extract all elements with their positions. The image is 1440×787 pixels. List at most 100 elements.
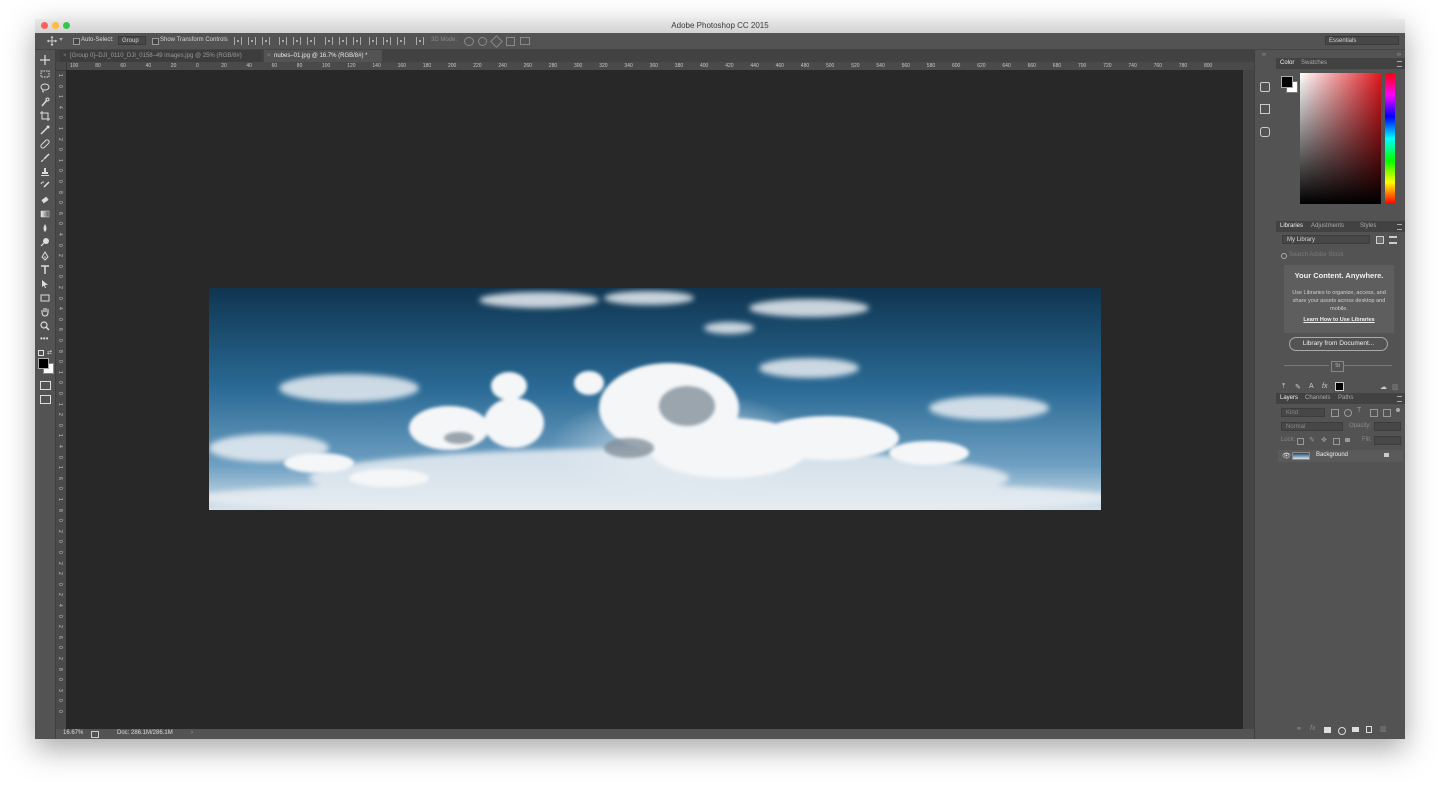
- library-select[interactable]: My Library: [1282, 235, 1370, 244]
- 3d-orbit-icon[interactable]: [464, 37, 474, 46]
- color-fg-swatch[interactable]: [1281, 76, 1293, 88]
- foreground-color-swatch[interactable]: [38, 358, 49, 369]
- align-top-edges-icon[interactable]: [234, 37, 242, 45]
- cc-libraries-icon[interactable]: [1260, 127, 1270, 137]
- gradient-tool-icon[interactable]: [40, 209, 50, 219]
- close-tab-icon[interactable]: ×: [267, 50, 271, 62]
- lock-position-icon[interactable]: ✥: [1321, 436, 1327, 444]
- tab-swatches[interactable]: Swatches: [1301, 60, 1327, 66]
- properties-panel-icon[interactable]: [1260, 104, 1270, 114]
- add-layer-style-icon[interactable]: fx: [1310, 725, 1315, 732]
- list-view-icon[interactable]: [1389, 236, 1397, 244]
- move-tool-icon[interactable]: [47, 36, 57, 46]
- distribute-bottom-icon[interactable]: [353, 37, 361, 45]
- vertical-scrollbar[interactable]: [1243, 70, 1254, 729]
- distribute-left-icon[interactable]: [369, 37, 377, 45]
- auto-select-checkbox[interactable]: [73, 38, 80, 45]
- eyedropper-tool-icon[interactable]: [40, 125, 50, 135]
- rectangle-tool-icon[interactable]: [40, 293, 50, 303]
- rectangular-marquee-icon[interactable]: [40, 69, 50, 79]
- auto-select-dropdown[interactable]: Group: [118, 36, 146, 45]
- zoom-level[interactable]: 16.67%: [63, 730, 83, 736]
- library-add-graphic-icon[interactable]: ✎: [1295, 383, 1301, 391]
- lock-all-icon[interactable]: [1345, 438, 1350, 442]
- delete-layer-icon[interactable]: ▥: [1380, 725, 1387, 733]
- library-trash-icon[interactable]: ▥: [1392, 383, 1399, 391]
- hue-slider[interactable]: [1385, 73, 1395, 204]
- tab-layers[interactable]: Layers: [1280, 395, 1298, 401]
- clone-stamp-icon[interactable]: [40, 167, 50, 177]
- workspace-dropdown[interactable]: Essentials: [1325, 36, 1399, 45]
- tab-color[interactable]: Color: [1280, 60, 1294, 66]
- status-menu-chevron-icon[interactable]: ›: [191, 730, 193, 736]
- screen-mode-icon[interactable]: [40, 395, 51, 404]
- eraser-tool-icon[interactable]: [40, 195, 50, 205]
- fill-field[interactable]: [1374, 436, 1401, 445]
- align-left-edges-icon[interactable]: [279, 37, 287, 45]
- library-upload-icon[interactable]: ⤒: [1282, 383, 1285, 391]
- panel-menu-icon[interactable]: [1397, 61, 1402, 67]
- library-add-color-swatch[interactable]: [1335, 382, 1344, 391]
- filter-smart-object-icon[interactable]: [1383, 409, 1391, 417]
- tab-paths[interactable]: Paths: [1338, 395, 1353, 401]
- opacity-field[interactable]: [1374, 422, 1401, 431]
- color-spectrum-field[interactable]: [1300, 73, 1381, 204]
- lock-pixels-icon[interactable]: ✎: [1309, 436, 1315, 444]
- quick-selection-icon[interactable]: [40, 97, 50, 107]
- hand-tool-icon[interactable]: [40, 307, 50, 317]
- auto-align-layers-icon[interactable]: [416, 37, 424, 45]
- tab-channels[interactable]: Channels: [1305, 395, 1330, 401]
- swap-colors-icon[interactable]: ⇄: [47, 349, 52, 356]
- chevron-down-icon[interactable]: [59, 38, 63, 41]
- blur-tool-icon[interactable]: [40, 223, 50, 233]
- library-from-document-button[interactable]: Library from Document...: [1289, 337, 1388, 351]
- history-brush-icon[interactable]: [40, 181, 50, 191]
- dodge-tool-icon[interactable]: [40, 237, 50, 247]
- filter-adjustment-icon[interactable]: [1344, 409, 1352, 417]
- filter-type-icon[interactable]: T: [1357, 407, 1361, 414]
- stock-search-input[interactable]: Search Adobe Stock: [1289, 252, 1343, 258]
- healing-brush-icon[interactable]: [40, 139, 50, 149]
- 3d-scale-icon[interactable]: [520, 37, 530, 45]
- panel-menu-icon[interactable]: [1397, 224, 1402, 230]
- filter-toggle-icon[interactable]: [1396, 408, 1400, 412]
- library-add-style-icon[interactable]: fx: [1322, 383, 1327, 390]
- link-layers-icon[interactable]: ⚭: [1296, 725, 1302, 733]
- blend-mode-select[interactable]: Normal: [1281, 422, 1343, 431]
- new-adjustment-layer-icon[interactable]: [1338, 727, 1346, 735]
- layer-row-background[interactable]: 👁 Background: [1278, 450, 1403, 462]
- filter-pixel-icon[interactable]: [1331, 409, 1339, 417]
- history-panel-icon[interactable]: [1260, 82, 1270, 92]
- zoom-tool-icon[interactable]: [40, 321, 50, 331]
- default-colors-icon[interactable]: [38, 350, 44, 356]
- panel-menu-icon[interactable]: [1397, 396, 1402, 402]
- add-mask-icon[interactable]: [1324, 727, 1331, 733]
- 3d-pan-icon[interactable]: [490, 35, 503, 48]
- more-tools-icon[interactable]: •••: [40, 335, 48, 343]
- new-layer-icon[interactable]: [1366, 726, 1372, 733]
- align-bottom-edges-icon[interactable]: [262, 37, 270, 45]
- move-tool-icon[interactable]: [40, 55, 50, 65]
- learn-libraries-link[interactable]: Learn How to Use Libraries: [1284, 317, 1394, 323]
- library-cloud-icon[interactable]: ☁: [1380, 383, 1387, 391]
- lasso-tool-icon[interactable]: [40, 83, 50, 93]
- quick-mask-icon[interactable]: [40, 381, 51, 390]
- distribute-horizontal-icon[interactable]: [383, 37, 391, 45]
- new-group-icon[interactable]: [1352, 727, 1359, 732]
- align-vertical-centers-icon[interactable]: [248, 37, 256, 45]
- library-add-text-icon[interactable]: A: [1309, 383, 1314, 390]
- distribute-right-icon[interactable]: [397, 37, 405, 45]
- export-icon[interactable]: [91, 731, 99, 738]
- grid-view-icon[interactable]: [1376, 236, 1384, 244]
- distribute-top-icon[interactable]: [325, 37, 333, 45]
- align-horizontal-centers-icon[interactable]: [293, 37, 301, 45]
- brush-tool-icon[interactable]: [40, 153, 50, 163]
- document-tab-nubes[interactable]: × nubes–01.jpg @ 16.7% (RGB/8#) *: [264, 50, 382, 62]
- tab-libraries[interactable]: Libraries: [1280, 223, 1303, 229]
- document-tab-group0[interactable]: × [Group 0]–DJI_0110_DJI_0158–49 images.…: [60, 50, 262, 62]
- path-selection-icon[interactable]: [40, 279, 50, 289]
- layer-kind-filter[interactable]: Kind: [1281, 408, 1325, 417]
- 3d-roll-icon[interactable]: [478, 37, 487, 46]
- tab-styles[interactable]: Styles: [1360, 223, 1376, 229]
- tab-adjustments[interactable]: Adjustments: [1311, 223, 1344, 229]
